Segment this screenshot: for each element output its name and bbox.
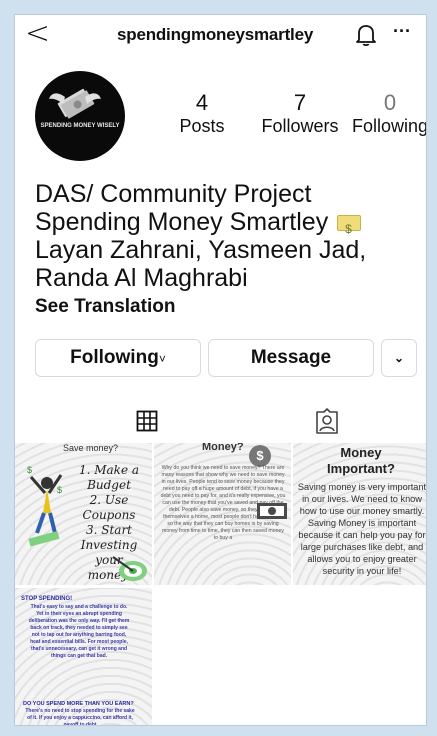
post-thumbnail[interactable]: Money? $ Why do you think we need to sav… xyxy=(154,443,291,585)
chevron-down-icon: ⌄ xyxy=(393,351,405,365)
following-label: Following xyxy=(351,116,427,136)
svg-text:$: $ xyxy=(57,485,62,495)
dollar-coin-icon: $ xyxy=(249,445,271,467)
posts-number: 4 xyxy=(195,90,209,115)
profile-bio: DAS/ Community Project Spending Money Sm… xyxy=(35,180,425,292)
list-item: Budget xyxy=(87,478,131,492)
following-button-label: Following xyxy=(70,347,159,368)
profile-username: spendingmoneysmartley xyxy=(117,25,314,44)
see-translation-link[interactable]: See Translation xyxy=(35,296,175,318)
post-title-line: Money xyxy=(340,445,382,460)
followers-number: 7 xyxy=(293,90,307,115)
post-title: Money Important? xyxy=(297,445,425,477)
bio-line: Layan Zahrani, Yasmeen Jad, xyxy=(35,236,367,264)
posts-count[interactable]: 4 Posts xyxy=(172,91,232,137)
followers-count[interactable]: 7 Followers xyxy=(244,91,356,137)
post-body: There's no need to stop spending for the… xyxy=(25,708,135,726)
profile-screen: < spendingmoneysmartley ··· SPENDING MON… xyxy=(14,14,427,726)
cash-icon xyxy=(257,503,287,519)
more-options-icon[interactable]: ··· xyxy=(393,21,411,42)
post-title: Money? xyxy=(202,443,244,453)
list-item: 2. Use Coupons xyxy=(82,493,136,522)
bio-line-with-emoji: Spending Money Smartley xyxy=(35,208,425,243)
post-title-line: Important? xyxy=(327,461,395,476)
message-button[interactable]: Message xyxy=(208,339,374,377)
post-thumbnail[interactable]: Money Important? Saving money is very im… xyxy=(293,443,427,585)
post-heading: DO YOU SPEND MORE THAN YOU EARN? xyxy=(23,701,134,707)
post-body: That's easy to say and a challenge to do… xyxy=(28,604,130,659)
post-body: Saving money is very important in our li… xyxy=(297,482,427,576)
following-number: 0 xyxy=(383,90,397,115)
svg-text:$: $ xyxy=(27,465,32,475)
list-item: 3. Start xyxy=(85,523,133,537)
profile-avatar[interactable]: SPENDING MONEY WISELY xyxy=(35,71,125,161)
tagged-person-icon[interactable] xyxy=(315,408,339,434)
post-thumbnail[interactable]: STOP SPENDING! That's easy to say and a … xyxy=(15,588,152,726)
dollar-banknote-icon xyxy=(337,215,362,243)
post-title: Save money? xyxy=(63,443,119,453)
money-logo-icon xyxy=(49,88,101,119)
following-button[interactable]: Following˅ xyxy=(35,339,201,377)
list-item: 1. Make a xyxy=(78,463,140,477)
avatar-caption: SPENDING MONEY WISELY xyxy=(40,123,120,129)
post-heading: STOP SPENDING! xyxy=(21,596,73,602)
followers-label: Followers xyxy=(261,116,339,136)
back-arrow-icon[interactable]: < xyxy=(25,19,50,49)
person-illustration-icon: $ $ xyxy=(27,465,63,547)
posts-label: Posts xyxy=(179,116,225,136)
target-icon xyxy=(112,556,147,581)
post-thumbnail[interactable]: Save money? $ $ 1. Make a Budget 2. Use … xyxy=(15,443,152,585)
chevron-down-icon: ˅ xyxy=(158,352,166,366)
bio-line: Randa Al Maghrabi xyxy=(35,264,248,292)
suggested-dropdown-button[interactable]: ⌄ xyxy=(381,339,417,377)
bio-line: DAS/ Community Project xyxy=(35,180,312,208)
bio-line: Spending Money Smartley xyxy=(35,208,329,236)
following-count[interactable]: 0 Following xyxy=(351,90,427,137)
notification-bell-icon[interactable] xyxy=(355,23,377,47)
top-bar: < spendingmoneysmartley ··· xyxy=(15,15,426,55)
grid-icon[interactable] xyxy=(136,410,158,432)
